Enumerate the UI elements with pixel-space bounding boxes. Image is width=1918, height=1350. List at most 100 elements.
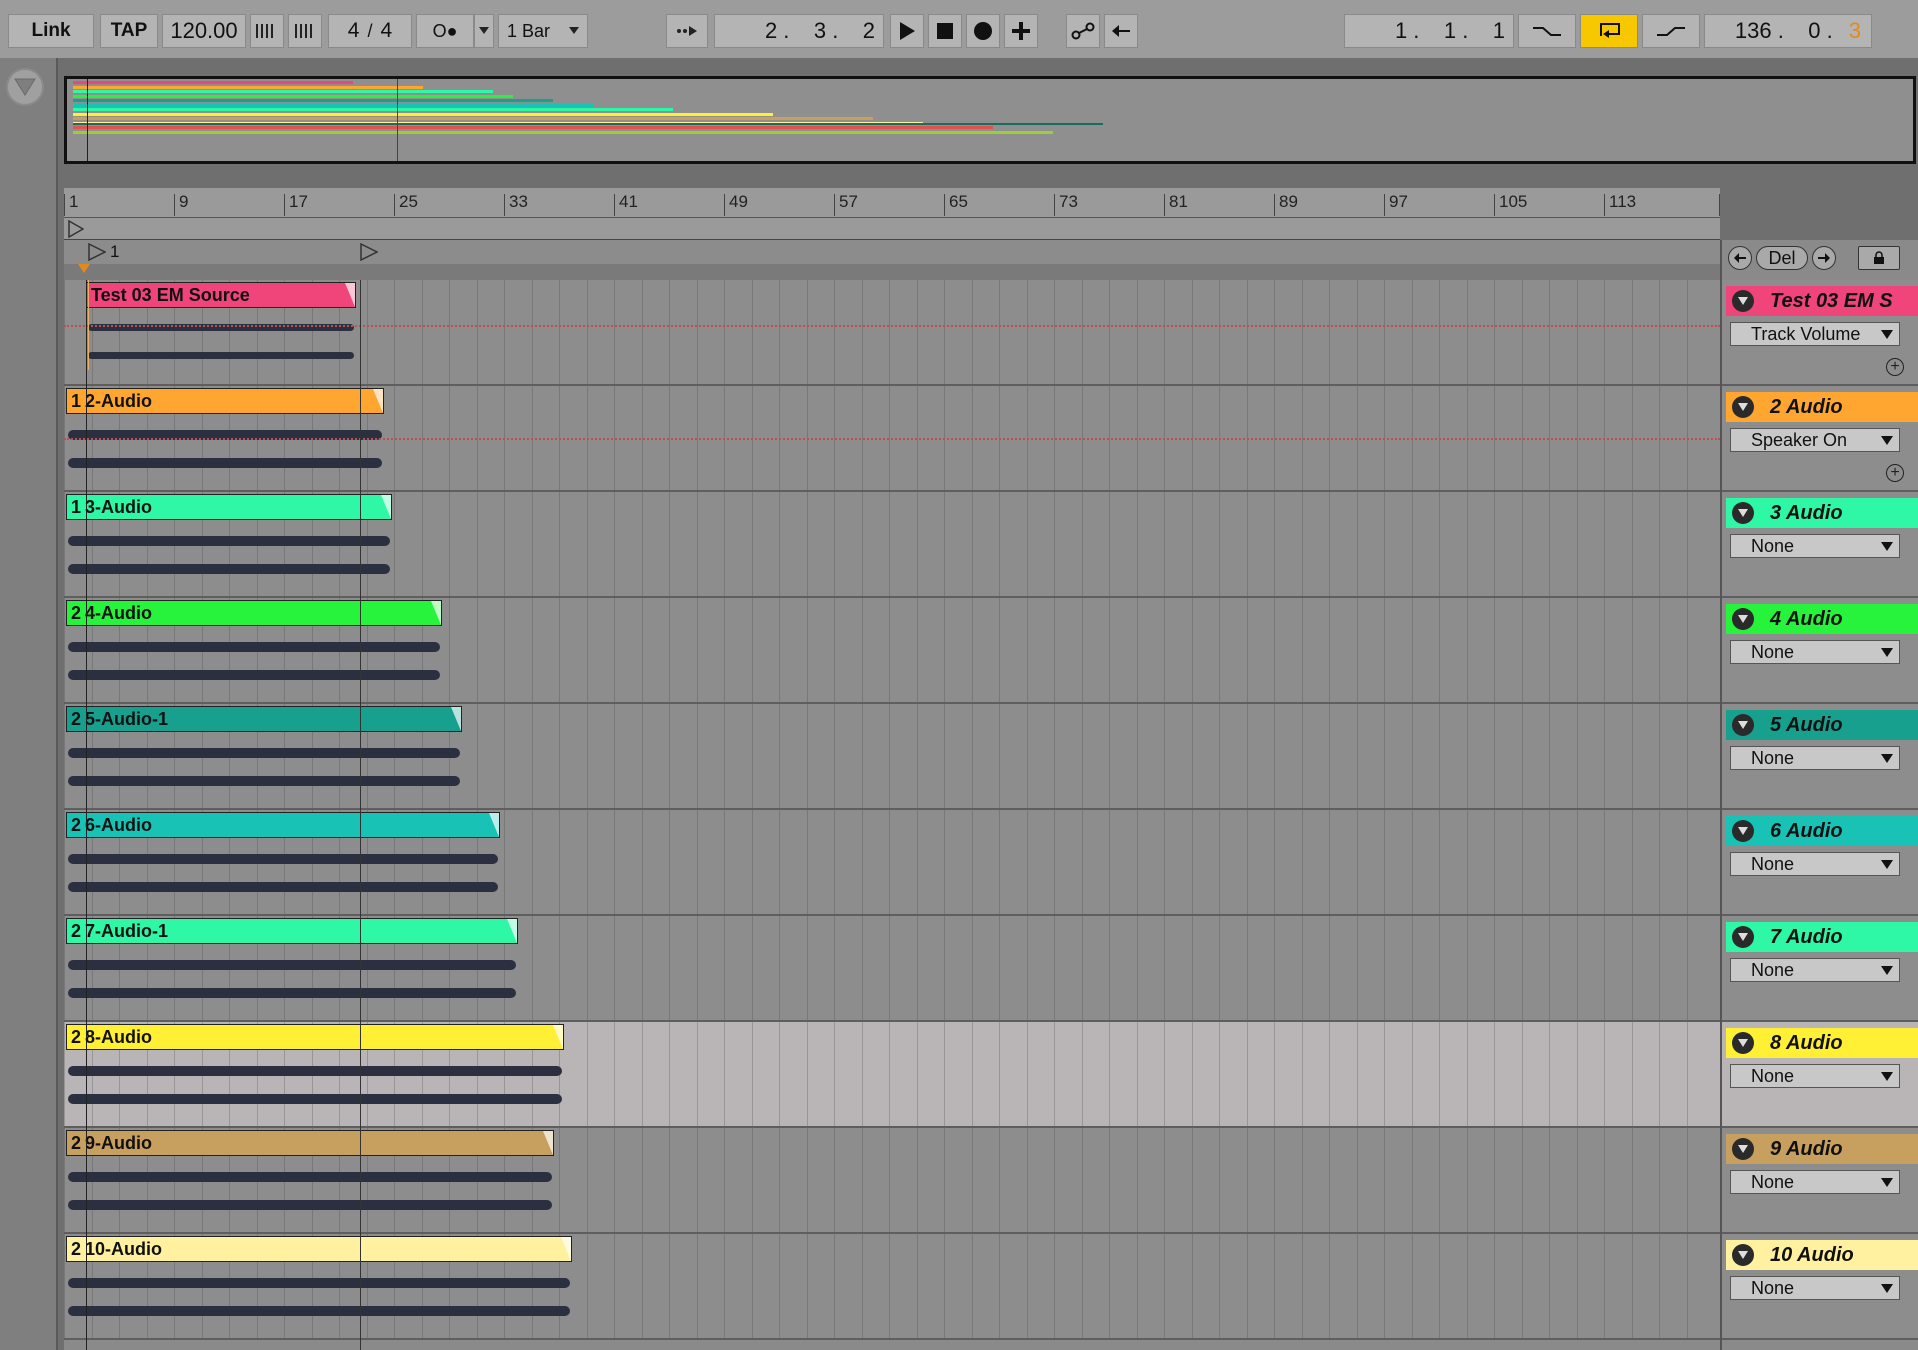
track-lane[interactable]: Test 03 EM Source <box>64 280 1720 386</box>
fold-triangle-icon[interactable] <box>6 68 44 106</box>
track-header[interactable]: 10 Audio None <box>1722 1234 1918 1340</box>
track-lane[interactable]: 2 4-Audio <box>64 598 1720 704</box>
time-signature-numerator[interactable]: 4 <box>348 19 360 43</box>
clip-header[interactable]: 2 6-Audio <box>66 812 500 838</box>
track-header[interactable]: 5 Audio None <box>1722 704 1918 810</box>
arrangement-view[interactable]: Test 03 EM Source 1 2-Audio 1 3-Audio 2 4-Audi… <box>64 280 1720 1350</box>
track-title-bar[interactable]: Test 03 EM S <box>1726 286 1918 316</box>
track-header[interactable]: 9 Audio None <box>1722 1128 1918 1234</box>
track-lane[interactable]: 2 10-Audio <box>64 1234 1720 1340</box>
automation-chooser[interactable]: None <box>1730 1276 1900 1300</box>
fold-triangle-icon[interactable] <box>1732 502 1754 524</box>
fold-triangle-icon[interactable] <box>1732 1032 1754 1054</box>
track-header[interactable]: 2 Audio Speaker On + <box>1722 386 1918 492</box>
track-lane[interactable]: 1 2-Audio <box>64 386 1720 492</box>
link-button[interactable]: Link <box>8 14 94 48</box>
clip-fade-handle[interactable] <box>345 283 355 307</box>
locator-marker-icon[interactable] <box>88 243 106 261</box>
tap-tempo-button[interactable]: TAP <box>100 14 158 48</box>
fold-triangle-icon[interactable] <box>1732 926 1754 948</box>
clip-header[interactable]: 1 3-Audio <box>66 494 392 520</box>
track-title-bar[interactable]: 4 Audio <box>1726 604 1918 634</box>
track-lane[interactable]: 1 3-Audio <box>64 492 1720 598</box>
clip-header[interactable]: 2 10-Audio <box>66 1236 572 1262</box>
fold-triangle-icon[interactable] <box>1732 1244 1754 1266</box>
clip-header[interactable]: 2 5-Audio-1 <box>66 706 462 732</box>
fold-triangle-icon[interactable] <box>1732 820 1754 842</box>
clip-fade-handle[interactable] <box>543 1131 553 1155</box>
automation-chooser[interactable]: None <box>1730 640 1900 664</box>
clip-header[interactable]: Test 03 EM Source <box>86 282 356 308</box>
track-title-bar[interactable]: 8 Audio <box>1726 1028 1918 1058</box>
automation-chooser[interactable]: Track Volume <box>1730 322 1900 346</box>
automation-chooser[interactable]: None <box>1730 1064 1900 1088</box>
record-icon[interactable] <box>966 14 1000 48</box>
insert-marker-strip[interactable] <box>64 264 1720 280</box>
plus-icon[interactable] <box>1004 14 1038 48</box>
automation-line[interactable] <box>64 325 1720 327</box>
metronome-menu-icon[interactable] <box>474 14 494 48</box>
arrow-left-icon[interactable] <box>1104 14 1138 48</box>
clip-fade-handle[interactable] <box>561 1237 571 1261</box>
automation-chooser[interactable]: None <box>1730 958 1900 982</box>
clip-header[interactable]: 1 2-Audio <box>66 388 384 414</box>
automation-chooser[interactable]: None <box>1730 534 1900 558</box>
nudge-up-icon[interactable] <box>288 14 322 48</box>
clip-header[interactable]: 2 7-Audio-1 <box>66 918 518 944</box>
track-header[interactable]: 4 Audio None <box>1722 598 1918 704</box>
time-signature-denominator[interactable]: 4 <box>381 19 393 43</box>
plus-circle-icon[interactable]: + <box>1886 464 1904 482</box>
track-header[interactable]: 6 Audio None <box>1722 810 1918 916</box>
stop-icon[interactable] <box>928 14 962 48</box>
metronome-button[interactable]: O● <box>416 14 474 48</box>
automation-icon[interactable] <box>1066 14 1100 48</box>
track-header[interactable]: 3 Audio None <box>1722 492 1918 598</box>
arrangement-position[interactable]: 2 . 3 . 2 <box>714 14 884 48</box>
arrow-left-circle-icon[interactable] <box>1728 246 1752 270</box>
automation-chooser[interactable]: Speaker On <box>1730 428 1900 452</box>
clip-header[interactable]: 2 4-Audio <box>66 600 442 626</box>
locator-lane[interactable]: 1 <box>64 240 1720 264</box>
loop-icon[interactable] <box>1580 14 1638 48</box>
clip-header[interactable]: 2 9-Audio <box>66 1130 554 1156</box>
track-lane[interactable]: 2 5-Audio-1 <box>64 704 1720 810</box>
nudge-down-icon[interactable] <box>250 14 284 48</box>
track-header[interactable]: Test 03 EM S Track Volume + <box>1722 280 1918 386</box>
track-lane[interactable]: 2 6-Audio <box>64 810 1720 916</box>
track-title-bar[interactable]: 6 Audio <box>1726 816 1918 846</box>
play-icon[interactable] <box>890 14 924 48</box>
quantization-menu[interactable]: 1 Bar <box>498 14 588 48</box>
automation-line[interactable] <box>64 438 1720 440</box>
time-signature[interactable]: 4 / 4 <box>328 14 412 48</box>
clip-fade-handle[interactable] <box>507 919 517 943</box>
track-header[interactable]: 7 Audio None <box>1722 916 1918 1022</box>
arrow-right-circle-icon[interactable] <box>1812 246 1836 270</box>
track-title-bar[interactable]: 10 Audio <box>1726 1240 1918 1270</box>
fold-triangle-icon[interactable] <box>1732 290 1754 312</box>
beat-time-ruler[interactable]: 1 9 17 25 33 41 49 57 65 73 81 89 97 105 113 <box>64 188 1720 218</box>
clip-fade-handle[interactable] <box>553 1025 563 1049</box>
loop-length-field[interactable]: 136 . 0 . 3 <box>1704 14 1872 48</box>
plus-circle-icon[interactable]: + <box>1886 358 1904 376</box>
clip-fade-handle[interactable] <box>431 601 441 625</box>
track-title-bar[interactable]: 2 Audio <box>1726 392 1918 422</box>
lock-icon[interactable] <box>1858 246 1900 270</box>
fold-triangle-icon[interactable] <box>1732 1138 1754 1160</box>
track-header[interactable]: 8 Audio None <box>1722 1022 1918 1128</box>
track-title-bar[interactable]: 7 Audio <box>1726 922 1918 952</box>
loop-start-field[interactable]: 1 . 1 . 1 <box>1344 14 1514 48</box>
clip-fade-handle[interactable] <box>381 495 391 519</box>
clip-fade-handle[interactable] <box>451 707 461 731</box>
automation-chooser[interactable]: None <box>1730 1170 1900 1194</box>
punch-in-icon[interactable] <box>1518 14 1576 48</box>
follow-icon[interactable] <box>666 14 708 48</box>
clip-fade-handle[interactable] <box>373 389 383 413</box>
delete-locator-button[interactable]: Del <box>1756 246 1808 270</box>
track-lane[interactable]: 2 7-Audio-1 <box>64 916 1720 1022</box>
track-title-bar[interactable]: 5 Audio <box>1726 710 1918 740</box>
fold-triangle-icon[interactable] <box>1732 396 1754 418</box>
automation-chooser[interactable]: None <box>1730 852 1900 876</box>
clip-header[interactable]: 2 8-Audio <box>66 1024 564 1050</box>
automation-chooser[interactable]: None <box>1730 746 1900 770</box>
track-title-bar[interactable]: 3 Audio <box>1726 498 1918 528</box>
